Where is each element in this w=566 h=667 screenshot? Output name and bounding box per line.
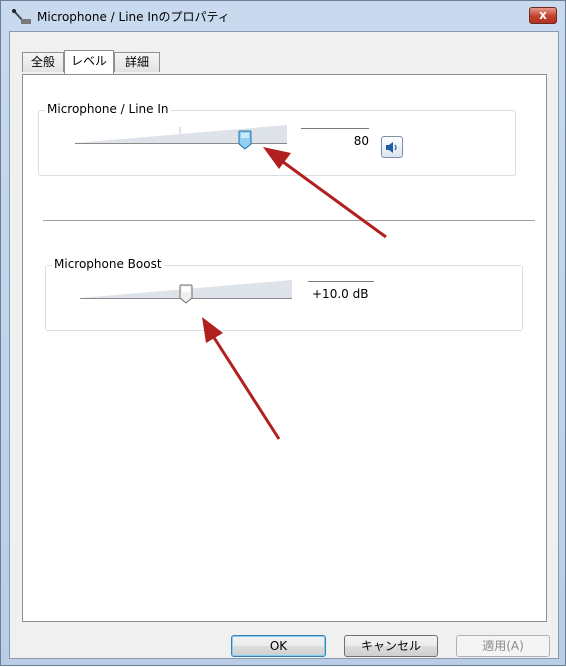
- window-title: Microphone / Line Inのプロパティ: [37, 10, 230, 24]
- boost-group-label: Microphone Boost: [52, 257, 164, 271]
- section-separator: [43, 220, 535, 222]
- cancel-button[interactable]: キャンセル: [344, 635, 438, 657]
- ok-button[interactable]: OK: [231, 635, 326, 657]
- close-button[interactable]: x: [529, 7, 557, 24]
- microphone-icon: [12, 9, 31, 24]
- speaker-icon: [386, 142, 397, 153]
- boost-slider-thumb[interactable]: [179, 284, 193, 304]
- microphone-slider-thumb[interactable]: [238, 130, 252, 150]
- microphone-group-label: Microphone / Line In: [45, 102, 171, 116]
- tab-general[interactable]: 全般: [22, 52, 64, 72]
- tab-levels[interactable]: レベル: [64, 50, 114, 74]
- microphone-level-value[interactable]: 80: [301, 128, 369, 152]
- levels-panel: Microphone / Line In 80 Microphone Boost…: [22, 74, 547, 622]
- dialog-client: 全般 レベル 詳細 Microphone / Line In 80 Microp…: [9, 31, 559, 659]
- boost-group: Microphone Boost +10.0 dB: [45, 257, 523, 331]
- title-bar[interactable]: Microphone / Line Inのプロパティ x: [1, 1, 565, 31]
- close-icon: x: [539, 8, 547, 22]
- microphone-slider[interactable]: [75, 125, 287, 145]
- tab-advanced[interactable]: 詳細: [114, 52, 160, 72]
- mute-button[interactable]: [381, 136, 403, 158]
- microphone-group: Microphone / Line In 80: [38, 102, 516, 176]
- apply-button[interactable]: 適用(A): [456, 635, 550, 657]
- boost-level-value[interactable]: +10.0 dB: [308, 281, 374, 305]
- properties-window: Microphone / Line Inのプロパティ x 全般 レベル 詳細 M…: [0, 0, 566, 666]
